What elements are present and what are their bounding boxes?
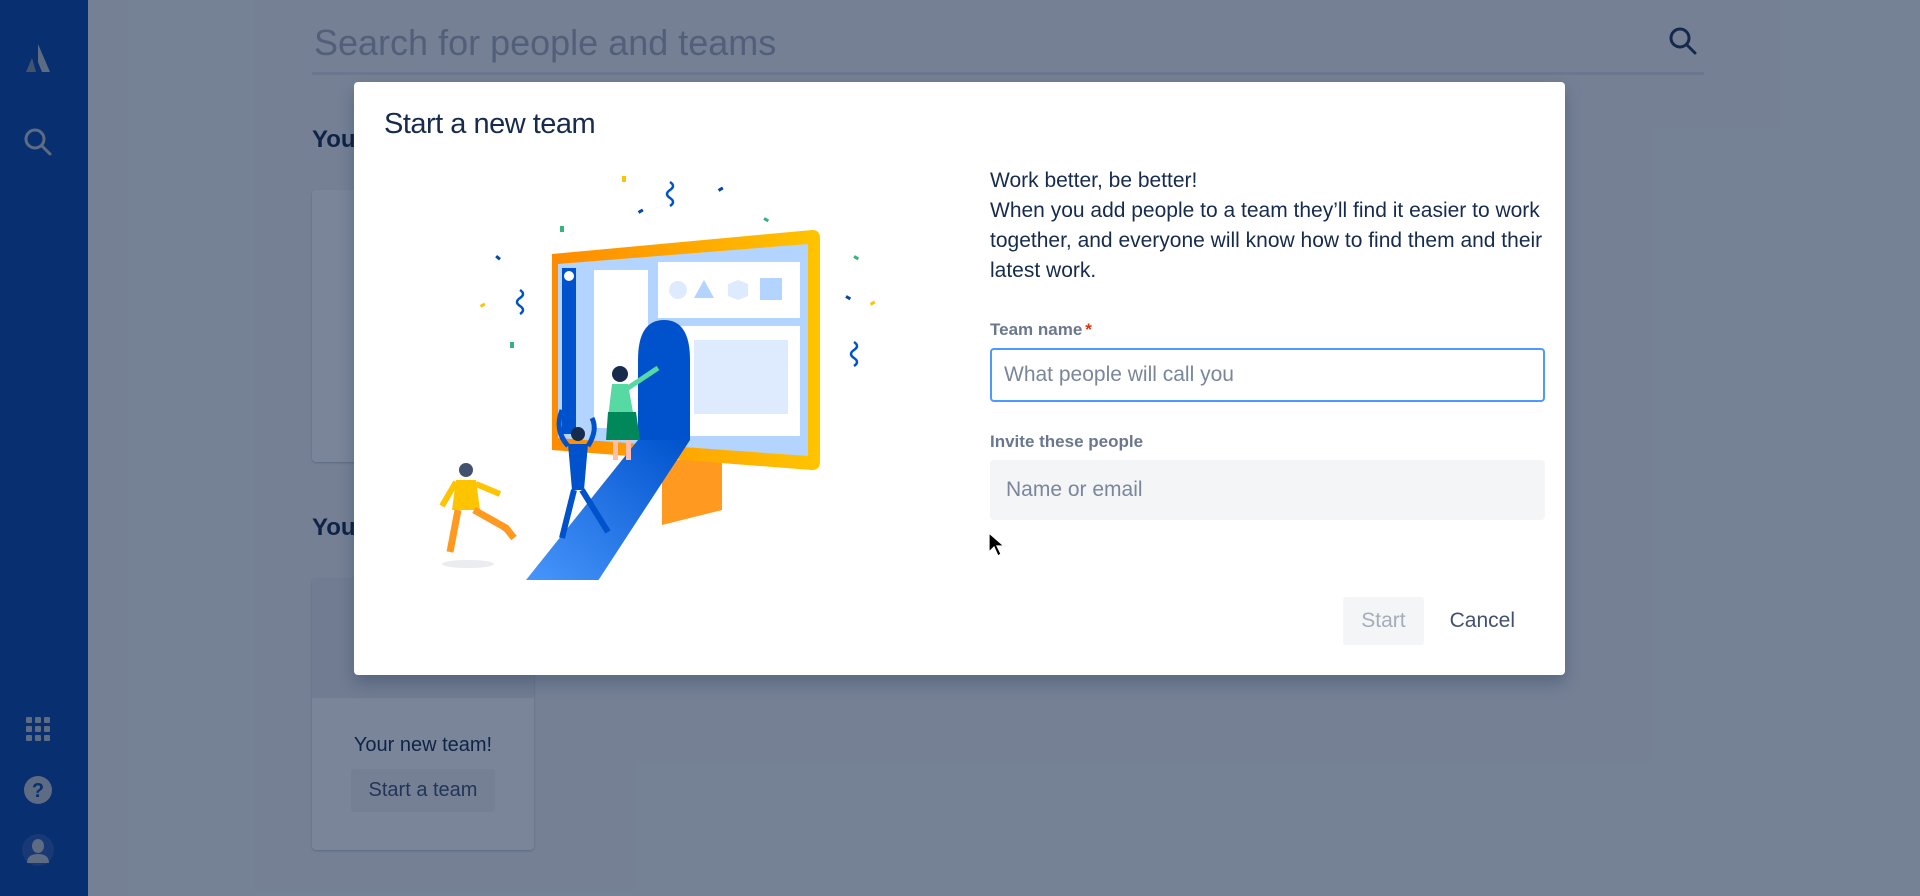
- modal-body: Work better, be better! When you add peo…: [990, 166, 1545, 520]
- mouse-cursor-icon: [988, 532, 1006, 557]
- team-name-field: [990, 348, 1545, 402]
- invite-people-input[interactable]: [994, 478, 1545, 502]
- required-marker: *: [1085, 320, 1092, 339]
- team-name-label-text: Team name: [990, 320, 1083, 339]
- modal-title: Start a new team: [384, 108, 596, 140]
- start-button[interactable]: Start: [1343, 597, 1424, 645]
- intro-text: Work better, be better! When you add peo…: [990, 166, 1545, 286]
- modal-footer: Start Cancel: [1343, 597, 1533, 645]
- intro-heading: Work better, be better!: [990, 169, 1198, 192]
- team-name-label: Team name *: [990, 320, 1545, 340]
- intro-description: When you add people to a team they’ll fi…: [990, 199, 1543, 282]
- start-team-modal: Start a new team Work better, be better!…: [354, 82, 1565, 675]
- team-illustration: [439, 176, 876, 580]
- invite-field: [990, 460, 1545, 520]
- cancel-button[interactable]: Cancel: [1432, 597, 1533, 645]
- team-name-input[interactable]: [992, 363, 1543, 387]
- invite-label: Invite these people: [990, 432, 1144, 451]
